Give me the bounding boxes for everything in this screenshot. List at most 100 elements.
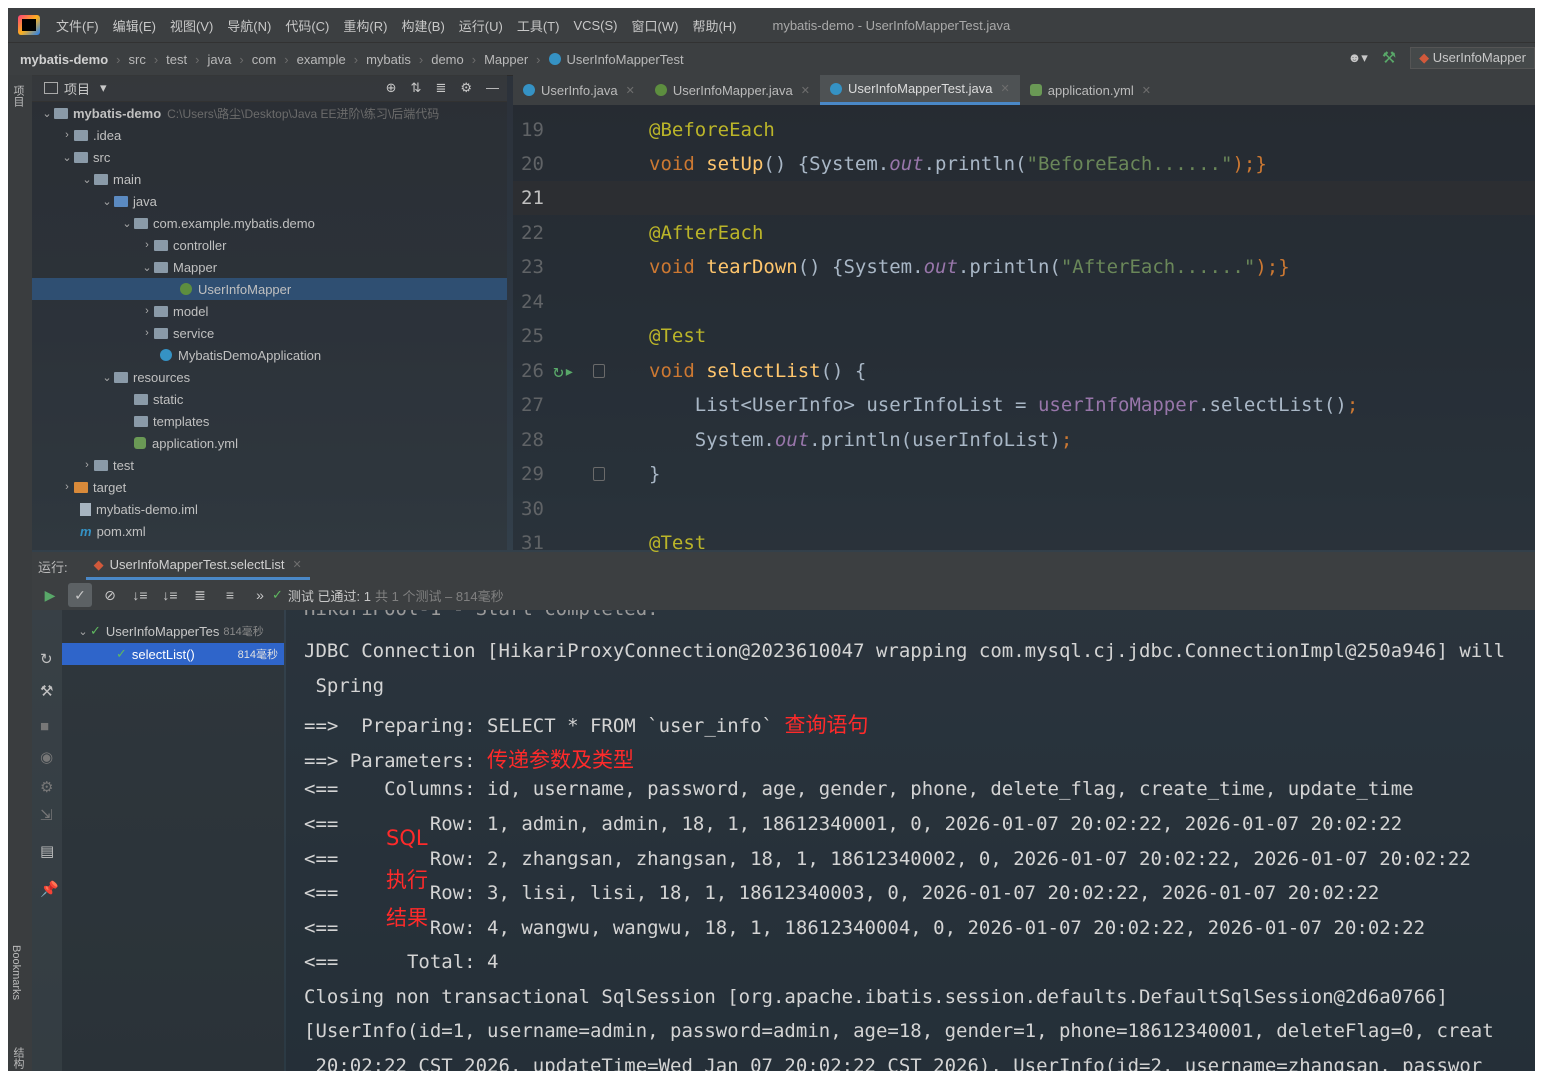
stop-icon[interactable]: ■	[40, 718, 49, 735]
run-tab[interactable]: ◆ UserInfoMapperTest.selectList ✕	[85, 552, 310, 580]
code-text: () {System.	[797, 256, 924, 278]
menu-edit[interactable]: 编辑(E)	[113, 16, 156, 35]
menu-run[interactable]: 运行(U)	[459, 16, 503, 35]
user-icon[interactable]: ☻▾	[1348, 50, 1368, 66]
breadcrumb-item[interactable]: mybatis	[366, 52, 411, 67]
rerun-failed-icon[interactable]: ↻	[40, 650, 53, 668]
tab-label: UserInfo.java	[541, 82, 618, 98]
console-line: <== Row: 3, lisi, lisi, 18, 1, 186123400…	[304, 882, 1380, 904]
show-passed-icon[interactable]: ✓	[68, 583, 92, 607]
tree-item-package[interactable]: ⌄ com.example.mybatis.demo	[32, 212, 595, 234]
annotation-result: 结果	[386, 906, 428, 930]
close-icon[interactable]: ✕	[1001, 82, 1010, 95]
gear-icon[interactable]: ⚙	[460, 80, 472, 96]
annotation-query: 查询语句	[784, 713, 869, 737]
menu-navigate[interactable]: 导航(N)	[227, 16, 271, 35]
menu-code[interactable]: 代码(C)	[285, 16, 329, 35]
rerun-icon[interactable]: ▶	[38, 583, 62, 607]
console-line: 20:02:22 CST 2026, updateTime=Wed Jan 07…	[304, 1055, 1483, 1071]
close-icon[interactable]: ✕	[292, 558, 301, 571]
settings-icon[interactable]: ⚙	[40, 778, 53, 796]
test-case-row[interactable]: ✓ selectList() 814毫秒	[62, 643, 284, 665]
locate-icon[interactable]: ⊕	[386, 80, 397, 96]
export-icon[interactable]: ⇲	[40, 806, 53, 824]
tree-label: static	[153, 391, 184, 407]
show-ignored-icon[interactable]: ⊘	[98, 583, 122, 607]
breadcrumb-item[interactable]: example	[297, 52, 346, 67]
menu-file[interactable]: 文件(F)	[56, 16, 99, 35]
menu-build[interactable]: 构建(B)	[401, 16, 444, 35]
project-tool-button[interactable]: 项目	[10, 85, 26, 107]
menu-window[interactable]: 窗口(W)	[632, 16, 679, 35]
menu-vcs[interactable]: VCS(S)	[573, 18, 617, 33]
run-config-selector[interactable]: ◆ UserInfoMapper	[1410, 47, 1535, 69]
tree-item-src[interactable]: ⌄ src	[32, 146, 535, 168]
tab-userinfomappertest[interactable]: UserInfoMapperTest.java ✕	[819, 75, 1020, 105]
fold-marker-icon[interactable]	[593, 364, 605, 378]
breadcrumb-item[interactable]: mybatis-demo	[20, 52, 108, 67]
collapse-all-icon[interactable]: ≡	[218, 583, 242, 607]
code-text: ;	[1346, 394, 1359, 416]
test-suite-row[interactable]: ⌄ ✓ UserInfoMapperTes 814毫秒	[62, 620, 298, 642]
code-text: );}	[1255, 256, 1290, 278]
expand-all-icon[interactable]: ≣	[188, 583, 212, 607]
breadcrumb-item[interactable]: src	[128, 52, 145, 67]
keyword: void	[649, 153, 707, 175]
minimize-icon[interactable]: —	[486, 80, 499, 96]
tree-label: Mapper	[173, 259, 218, 275]
console-output[interactable]: HikariPool-1 - Start completed. JDBC Con…	[286, 610, 1535, 1071]
tree-item-test[interactable]: › test	[32, 454, 555, 476]
breadcrumb-item-current[interactable]: UserInfoMapperTest	[548, 52, 684, 67]
tree-label: controller	[173, 237, 227, 253]
console-text: ==> Parameters:	[304, 750, 488, 772]
breadcrumb-item[interactable]: com	[252, 52, 277, 67]
tree-item-iml[interactable]: mybatis-demo.iml	[32, 498, 555, 520]
code-text: () {System.	[763, 153, 890, 175]
breadcrumb-item[interactable]: Mapper	[484, 52, 528, 67]
menu-view[interactable]: 视图(V)	[170, 16, 213, 35]
menu-refactor[interactable]: 重构(R)	[343, 16, 387, 35]
line-number: 28	[521, 429, 544, 451]
close-icon[interactable]: ✕	[801, 84, 810, 97]
camera-icon[interactable]: ◉	[40, 748, 53, 766]
close-icon[interactable]: ✕	[626, 84, 635, 97]
structure-tool-button[interactable]: 结构	[10, 1047, 26, 1069]
tree-item-java[interactable]: ⌄ java	[32, 190, 575, 212]
run-test-gutter-icon[interactable]: ↻▸	[553, 361, 575, 382]
bookmarks-tool-button[interactable]: Bookmarks	[10, 945, 22, 1000]
tree-item-resources[interactable]: ⌄ resources	[32, 366, 575, 388]
breadcrumb-item[interactable]: test	[166, 52, 187, 67]
project-panel-title[interactable]: 项目	[64, 79, 90, 98]
pin-icon[interactable]: 📌	[40, 880, 59, 898]
run-config-icon: ◆	[93, 556, 104, 572]
code-text: List<UserInfo> userInfoList =	[694, 394, 1038, 416]
close-icon[interactable]: ✕	[1142, 84, 1151, 97]
menu-help[interactable]: 帮助(H)	[692, 16, 736, 35]
menu-tools[interactable]: 工具(T)	[517, 16, 560, 35]
tree-item-pom[interactable]: m pom.xml	[32, 520, 555, 542]
tree-item-main[interactable]: ⌄ main	[32, 168, 555, 190]
sort-alpha-icon[interactable]: ↓≡	[128, 583, 152, 607]
tree-item-idea[interactable]: › .idea	[32, 124, 535, 146]
breadcrumb-item[interactable]: java	[207, 52, 231, 67]
build-hammer-icon[interactable]: ⚒	[1382, 48, 1396, 68]
tree-label: application.yml	[152, 435, 238, 451]
more-icon[interactable]: »	[248, 583, 272, 607]
tree-item-project-root[interactable]: ⌄ mybatis-demo C:\Users\路尘\Desktop\Java EE…	[32, 102, 515, 124]
left-tool-strip: 项目 Bookmarks 结构	[8, 75, 32, 1071]
breadcrumb-item[interactable]: demo	[431, 52, 464, 67]
tree-item-userinfomapper[interactable]: UserInfoMapper	[32, 278, 507, 300]
collapse-all-icon[interactable]: ≣	[435, 80, 446, 96]
tab-userinfo[interactable]: UserInfo.java ✕	[513, 75, 645, 105]
wrench-icon[interactable]: ⚒	[40, 682, 53, 700]
tab-userinfomapper[interactable]: UserInfoMapper.java ✕	[645, 75, 820, 105]
code-editor[interactable]: 19 @BeforeEach 20 void setUp() {System.out…	[513, 105, 1535, 554]
layout-icon[interactable]: ▤	[40, 842, 54, 860]
expand-all-icon[interactable]: ⇅	[411, 80, 422, 96]
sort-duration-icon[interactable]: ↓≡	[158, 583, 182, 607]
code-line: 30	[513, 492, 1535, 526]
fold-marker-icon[interactable]	[593, 467, 605, 481]
tree-item-target[interactable]: › target	[32, 476, 535, 498]
tab-application-yml[interactable]: application.yml ✕	[1020, 75, 1161, 105]
chevron-down-icon[interactable]: ▾	[100, 80, 107, 96]
